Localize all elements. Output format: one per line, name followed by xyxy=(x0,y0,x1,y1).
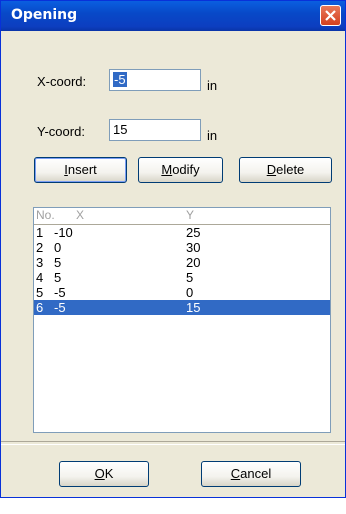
modify-label: odify xyxy=(172,162,200,177)
opening-dialog: Opening X-coord: -5 in Y-coord: 15 in In… xyxy=(0,0,346,498)
list-item[interactable]: 6 -5 15 xyxy=(34,300,330,315)
cell-x: -5 xyxy=(54,285,66,300)
cell-no: 6 xyxy=(36,300,44,315)
modify-mnemonic: M xyxy=(161,162,173,177)
cell-x: -10 xyxy=(54,225,73,240)
cell-y: 5 xyxy=(186,270,194,285)
cell-y: 0 xyxy=(186,285,194,300)
title-bar[interactable]: Opening xyxy=(1,1,345,31)
x-coord-unit: in xyxy=(207,78,218,93)
ok-button[interactable]: OK xyxy=(59,461,149,487)
list-header: No. X Y xyxy=(34,208,330,225)
header-y: Y xyxy=(186,208,195,222)
ok-mnemonic: O xyxy=(94,466,105,481)
header-no: No. xyxy=(36,208,55,222)
dialog-title: Opening xyxy=(11,7,78,23)
cell-x: 0 xyxy=(54,240,62,255)
cell-no: 2 xyxy=(36,240,44,255)
x-coord-label: X-coord: xyxy=(37,74,87,89)
close-button[interactable] xyxy=(320,5,341,26)
list-item[interactable]: 3 5 20 xyxy=(34,255,330,270)
y-coord-field[interactable]: 15 xyxy=(109,119,201,141)
cell-no: 5 xyxy=(36,285,44,300)
cancel-label: ancel xyxy=(240,466,272,481)
close-icon xyxy=(325,10,336,21)
ok-label: K xyxy=(104,466,114,481)
y-coord-value: 15 xyxy=(113,122,128,137)
cell-y: 30 xyxy=(186,240,201,255)
list-item[interactable]: 2 0 30 xyxy=(34,240,330,255)
cell-x: 5 xyxy=(54,255,62,270)
cell-y: 20 xyxy=(186,255,201,270)
modify-button[interactable]: Modify xyxy=(138,157,223,183)
list-rows: 1 -10 25 2 0 30 3 5 20 4 5 5 5 -5 0 6 -5 15 xyxy=(34,225,330,315)
cancel-mnemonic: C xyxy=(230,466,241,481)
x-coord-field[interactable]: -5 xyxy=(109,69,201,91)
delete-label: elete xyxy=(276,162,305,177)
y-coord-label: Y-coord: xyxy=(37,124,85,139)
separator xyxy=(1,441,345,445)
cell-no: 4 xyxy=(36,270,44,285)
y-coord-unit: in xyxy=(207,128,218,143)
cell-y: 15 xyxy=(186,300,201,315)
x-coord-value: -5 xyxy=(113,72,127,87)
cell-y: 25 xyxy=(186,225,201,240)
list-item[interactable]: 455 xyxy=(34,270,330,285)
list-item[interactable]: 1 -10 25 xyxy=(34,225,330,240)
cell-x: -5 xyxy=(54,300,66,315)
cell-no: 1 xyxy=(36,225,44,240)
coordinate-list[interactable]: No. X Y 1 -10 25 2 0 30 3 5 20 4 5 5 5 -5 0 6 -5 15 xyxy=(33,207,331,433)
insert-button[interactable]: Insert xyxy=(34,157,127,183)
cell-no: 3 xyxy=(36,255,44,270)
cell-x: 5 xyxy=(54,270,62,285)
delete-mnemonic: D xyxy=(266,162,277,177)
insert-label: nsert xyxy=(67,162,97,177)
cancel-button[interactable]: Cancel xyxy=(201,461,301,487)
delete-button[interactable]: Delete xyxy=(239,157,332,183)
list-item[interactable]: 5 -5 0 xyxy=(34,285,330,300)
header-x: X xyxy=(76,208,85,222)
